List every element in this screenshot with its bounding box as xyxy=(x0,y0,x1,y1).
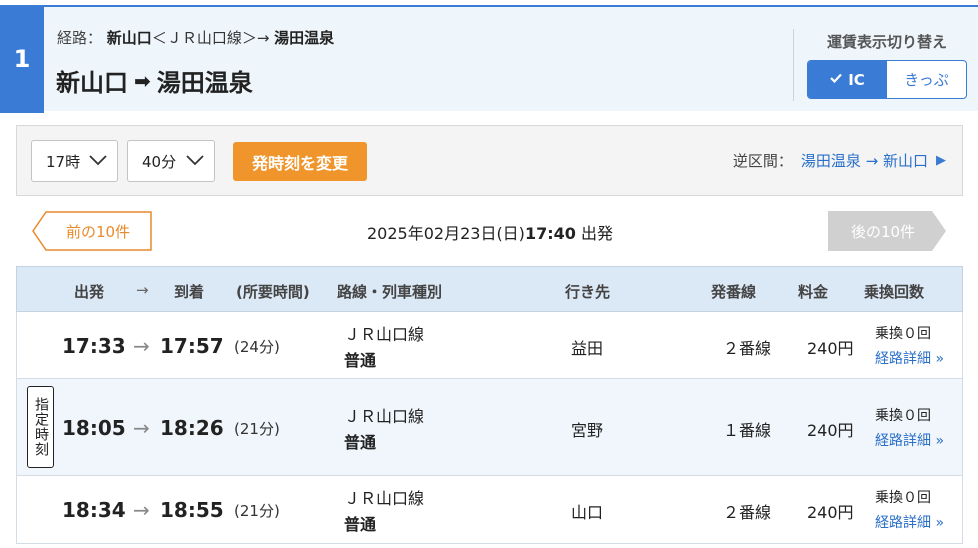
fare-option-ticket[interactable]: きっぷ xyxy=(887,61,966,98)
col-line: 路線・列車種別 xyxy=(337,283,443,301)
col-platform: 発番線 xyxy=(711,283,757,301)
table-row: 17:33 → 17:57 (24分) ＪＲ山口線 普通 益田 ２番線 240円… xyxy=(16,312,963,379)
duration-cell: (24分) xyxy=(234,338,280,356)
platform-cell: ２番線 xyxy=(723,339,772,358)
transfer-count-cell: 乗換０回 xyxy=(875,490,931,506)
badge-text: 指定時刻 xyxy=(33,397,49,457)
chevron-down-icon xyxy=(186,155,204,166)
destination-cell: 益田 xyxy=(571,339,604,358)
platform-cell: １番線 xyxy=(723,421,772,440)
row-arrow: → xyxy=(133,334,150,358)
check-icon xyxy=(830,72,843,87)
reverse-route: 逆区間： 湯田温泉 → 新山口 ▶ xyxy=(733,150,946,171)
departure-time-cell: 18:34 xyxy=(62,498,126,522)
arrival-time-cell: 17:57 xyxy=(160,334,224,358)
col-departure: 出発 xyxy=(74,283,105,301)
fare-cell: 240円 xyxy=(807,421,854,440)
fare-option-ic-label: IC xyxy=(848,70,865,89)
route-detail-link[interactable]: 経路詳細 » xyxy=(875,348,944,368)
col-fare: 料金 xyxy=(798,283,829,301)
line-name-cell: ＪＲ山口線 xyxy=(344,407,425,426)
route-label: 経路： xyxy=(57,29,103,47)
destination-cell: 山口 xyxy=(571,503,604,522)
title-from: 新山口 xyxy=(56,69,128,97)
route-from: 新山口 xyxy=(106,29,152,47)
minute-select[interactable]: 40分 xyxy=(127,140,215,182)
row-arrow: → xyxy=(133,498,150,522)
col-duration: (所要時間) xyxy=(236,283,310,301)
platform-cell: ２番線 xyxy=(723,503,772,522)
train-kind-cell: 普通 xyxy=(344,515,377,534)
duration-cell: (21分) xyxy=(234,420,280,438)
hour-select-value: 17時 xyxy=(46,152,81,171)
prev-page-label: 前の10件 xyxy=(65,223,131,241)
chevron-down-icon xyxy=(89,155,107,166)
triangle-right-icon: ▶ xyxy=(936,153,946,168)
duration-cell: (21分) xyxy=(234,502,280,520)
minute-select-value: 40分 xyxy=(142,152,177,171)
route-detail-link[interactable]: 経路詳細 » xyxy=(875,430,944,450)
prev-page-button[interactable]: 前の10件 xyxy=(32,211,152,251)
train-kind-cell: 普通 xyxy=(344,351,377,370)
table-row: 指定時刻 18:05 → 18:26 (21分) ＪＲ山口線 普通 宮野 １番線… xyxy=(16,379,963,476)
next-page-button[interactable]: 後の10件 xyxy=(828,211,946,251)
train-kind-cell: 普通 xyxy=(344,433,377,452)
departure-time: 17:40 xyxy=(524,224,576,243)
table-row: 18:34 → 18:55 (21分) ＪＲ山口線 普通 山口 ２番線 240円… xyxy=(16,476,963,544)
departure-time-cell: 17:33 xyxy=(62,334,126,358)
route-line-name: ＜ＪＲ山口線＞→ xyxy=(151,29,270,47)
route-summary: 経路： 新山口＜ＪＲ山口線＞→ 湯田温泉 xyxy=(57,27,334,48)
transfer-count-cell: 乗換０回 xyxy=(875,326,931,342)
page-title: 新山口 ➡ 湯田温泉 xyxy=(56,63,253,98)
specified-time-badge: 指定時刻 xyxy=(27,386,54,468)
fare-cell: 240円 xyxy=(807,339,854,358)
table-header: 出発 → 到着 (所要時間) 路線・列車種別 行き先 発番線 料金 乗換回数 xyxy=(16,266,963,312)
next-page-label: 後の10件 xyxy=(850,223,916,241)
time-controls: 17時 40分 発時刻を変更 逆区間： 湯田温泉 → 新山口 ▶ xyxy=(16,125,963,196)
row-arrow: → xyxy=(133,416,150,440)
fare-option-ic[interactable]: IC xyxy=(808,61,887,98)
fare-cell: 240円 xyxy=(807,503,854,522)
destination-cell: 宮野 xyxy=(571,421,604,440)
route-number: 1 xyxy=(0,5,44,113)
reverse-label: 逆区間： xyxy=(732,152,793,170)
col-arrival: 到着 xyxy=(174,283,205,301)
departure-suffix: 出発 xyxy=(580,224,613,243)
route-header: 1 経路： 新山口＜ＪＲ山口線＞→ 湯田温泉 新山口 ➡ 湯田温泉 運賃表示切り… xyxy=(0,5,978,113)
timetable: 出発 → 到着 (所要時間) 路線・列車種別 行き先 発番線 料金 乗換回数 1… xyxy=(16,266,963,544)
route-detail-link[interactable]: 経路詳細 » xyxy=(875,512,944,532)
line-name-cell: ＪＲ山口線 xyxy=(344,325,425,344)
arrival-time-cell: 18:26 xyxy=(160,416,224,440)
change-time-button[interactable]: 発時刻を変更 xyxy=(233,142,367,181)
col-arrow: → xyxy=(136,281,149,299)
line-name-cell: ＪＲ山口線 xyxy=(344,489,425,508)
right-arrow-icon: ➡ xyxy=(134,68,151,93)
fare-toggle-title: 運賃表示切り替え xyxy=(826,33,947,51)
hour-select[interactable]: 17時 xyxy=(31,140,118,182)
col-transfers: 乗換回数 xyxy=(864,283,925,301)
departure-time-cell: 18:05 xyxy=(62,416,126,440)
title-to: 湯田温泉 xyxy=(156,69,253,97)
fare-option-ticket-label: きっぷ xyxy=(904,71,949,89)
departure-info: 2025年02月23日(日)17:40 出発 xyxy=(300,220,680,244)
reverse-route-link[interactable]: 湯田温泉 → 新山口 xyxy=(801,150,928,171)
divider xyxy=(793,29,794,101)
col-destination: 行き先 xyxy=(565,283,611,301)
transfer-count-cell: 乗換０回 xyxy=(875,408,931,424)
fare-toggle: IC きっぷ xyxy=(807,60,967,99)
route-to: 湯田温泉 xyxy=(274,29,335,47)
arrival-time-cell: 18:55 xyxy=(160,498,224,522)
departure-date: 2025年02月23日(日) xyxy=(367,224,525,243)
